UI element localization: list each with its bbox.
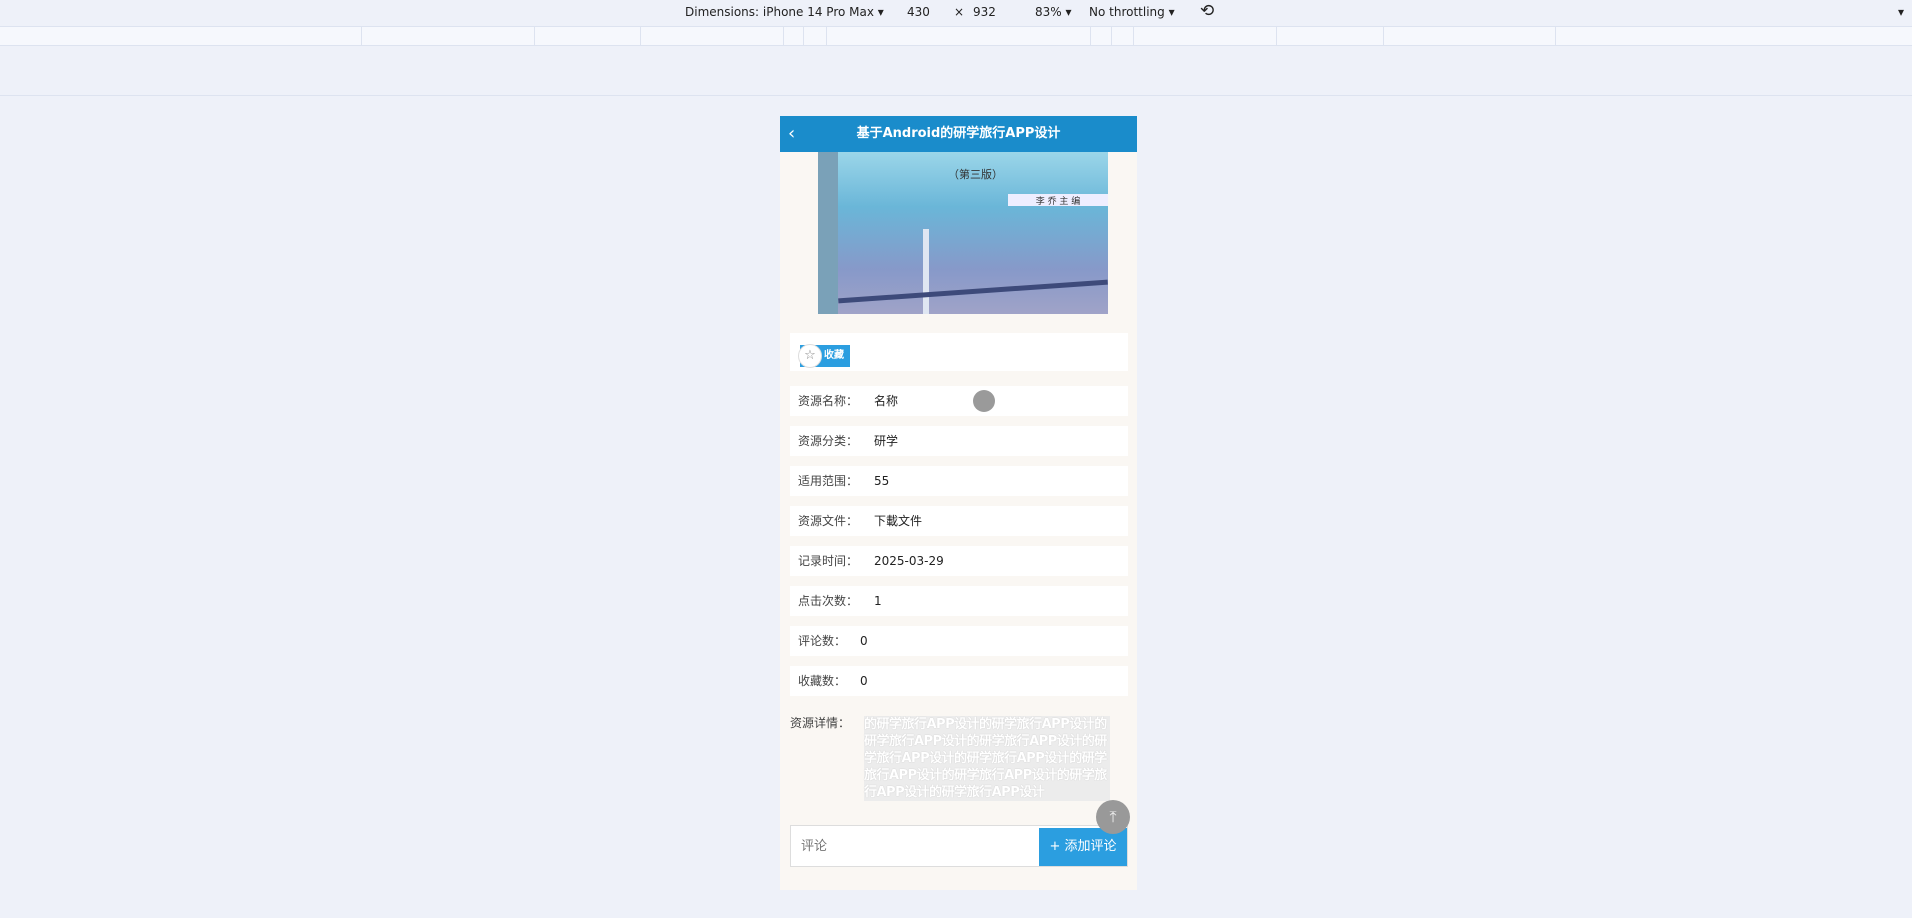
field-value: 1 — [874, 594, 882, 608]
comment-bar: + 添加评论 — [790, 825, 1128, 867]
back-icon[interactable]: ‹ — [788, 116, 795, 152]
field-label: 资源名称： — [798, 394, 859, 408]
devtools-toolbar: Dimensions: iPhone 14 Pro Max ▾ 430 × 93… — [0, 0, 1912, 26]
field-label: 资源分类： — [798, 434, 859, 448]
phone-viewport: ‹ 基于Android的研学旅行APP设计 （第三版） 李 乔 主 编 ☆ 收藏… — [780, 116, 1137, 890]
field-value: 55 — [874, 474, 890, 488]
field-row: 记录时间： 2025-03-29 — [790, 546, 1128, 576]
book-spine — [818, 136, 838, 314]
field-value: 0 — [860, 634, 868, 648]
comment-input[interactable] — [801, 826, 1031, 866]
field-row: 适用范围： 55 — [790, 466, 1128, 496]
favorite-card: ☆ 收藏 — [790, 333, 1128, 371]
field-label: 记录时间： — [798, 554, 859, 568]
field-row: 资源文件： 下載文件 — [790, 506, 1128, 536]
height-input[interactable]: 932 — [973, 5, 996, 19]
field-row: 资源分类： 研学 — [790, 426, 1128, 456]
details-label: 资源详情： — [790, 716, 851, 730]
times-label: × — [954, 5, 965, 19]
width-input[interactable]: 430 — [907, 5, 930, 19]
throttling-select[interactable]: No throttling ▾ — [1089, 5, 1175, 19]
field-label: 适用范围： — [798, 474, 859, 488]
favorite-button[interactable]: ☆ 收藏 — [798, 344, 850, 368]
rotate-icon[interactable]: ⟲ — [1200, 1, 1214, 21]
cover-edition: （第三版） — [948, 168, 1003, 181]
field-row: 收藏数： 0 — [790, 666, 1128, 696]
page-title: 基于Android的研学旅行APP设计 — [856, 126, 1061, 141]
zoom-select[interactable]: 83% ▾ — [1035, 5, 1072, 19]
touch-cursor — [973, 390, 995, 412]
bridge-deck — [838, 279, 1108, 304]
field-row: 评论数： 0 — [790, 626, 1128, 656]
media-query-bar[interactable] — [0, 26, 1912, 46]
field-label: 收藏数： — [798, 674, 847, 688]
field-value: 2025-03-29 — [874, 554, 944, 568]
app-header: ‹ 基于Android的研学旅行APP设计 — [780, 116, 1137, 152]
field-row: 点击次数： 1 — [790, 586, 1128, 616]
cover-author: 李 乔 主 编 — [1008, 194, 1108, 207]
field-label: 点击次数： — [798, 594, 859, 608]
back-to-top-button[interactable]: ⤒ — [1096, 800, 1130, 834]
favorite-label: 收藏 — [824, 350, 844, 361]
field-label: 资源文件： — [798, 514, 859, 528]
field-row: 资源名称： 名称 — [790, 386, 1128, 416]
field-value: 名称 — [874, 394, 899, 408]
bridge-tower — [923, 229, 929, 314]
field-value: 研学 — [874, 434, 899, 448]
details-text: 的研学旅行APP设计的研学旅行APP设计的研学旅行APP设计的研学旅行APP设计… — [864, 716, 1110, 801]
resource-cover-image: （第三版） 李 乔 主 编 — [818, 136, 1108, 314]
field-value[interactable]: 下載文件 — [874, 506, 922, 536]
field-label: 评论数： — [798, 634, 847, 648]
divider — [0, 95, 1912, 96]
device-select[interactable]: Dimensions: iPhone 14 Pro Max ▾ — [685, 5, 884, 19]
star-icon: ☆ — [798, 344, 822, 368]
more-menu[interactable]: ▾ — [1898, 5, 1904, 19]
field-value: 0 — [860, 674, 868, 688]
